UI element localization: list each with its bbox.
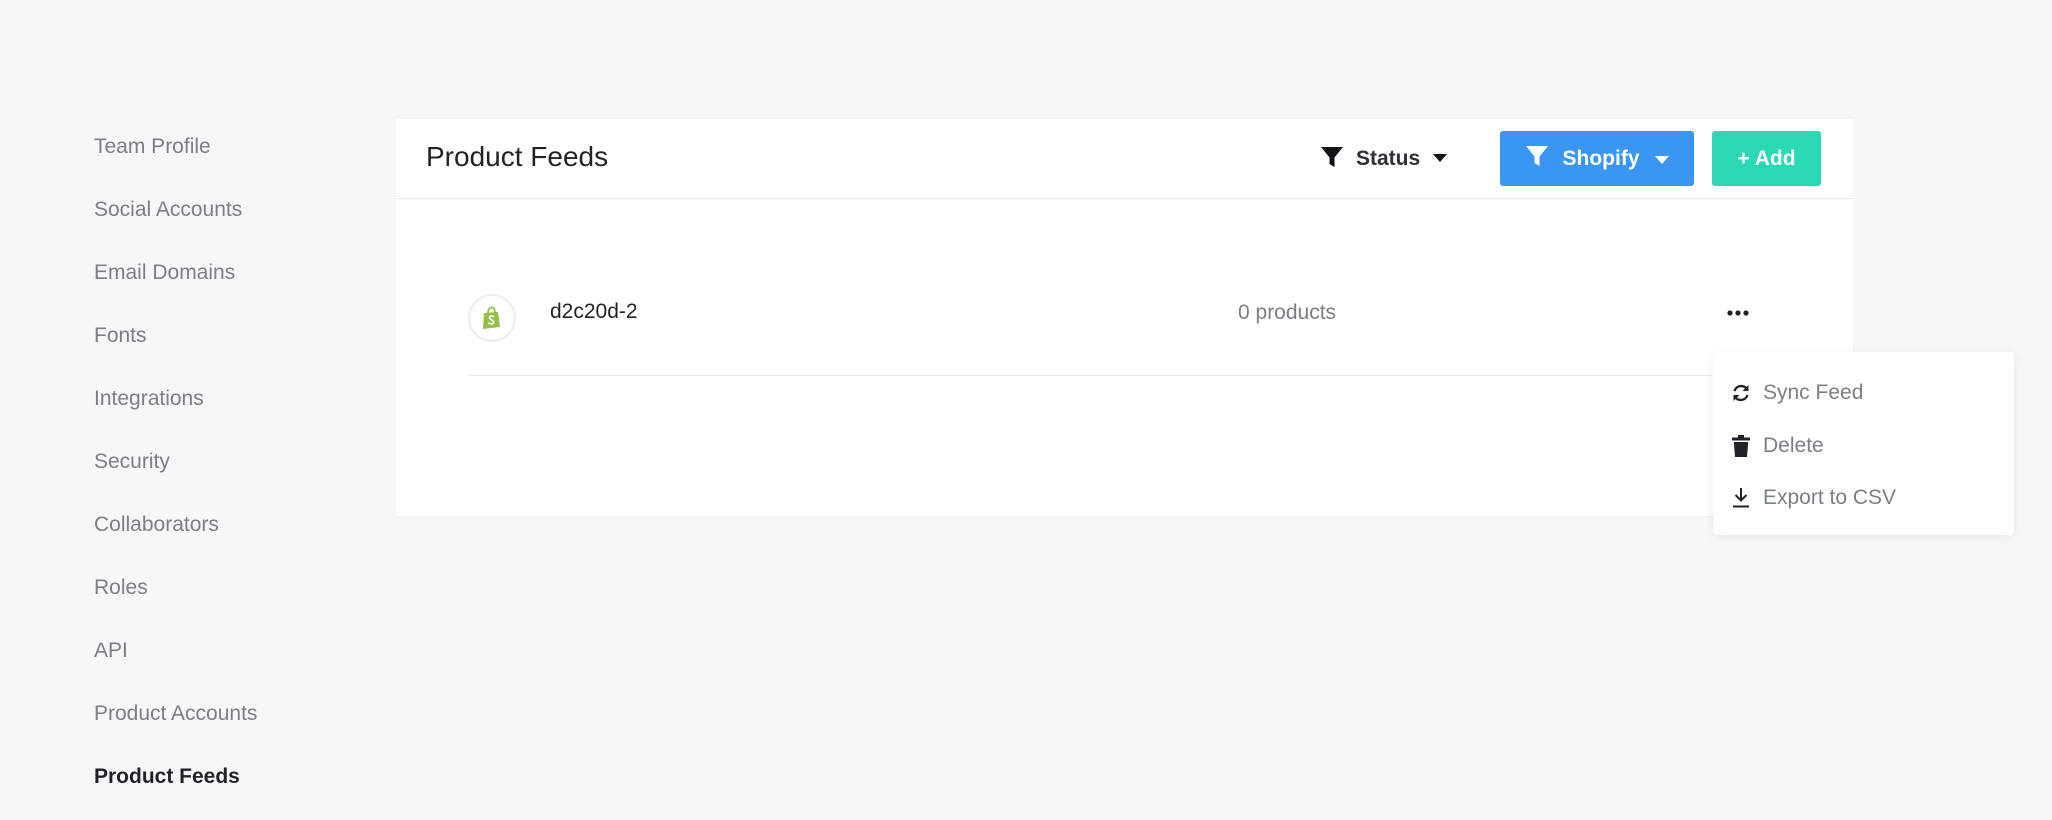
menu-item-label: Delete xyxy=(1763,434,1824,457)
card-header: Product Feeds Status Shopify + Add xyxy=(396,119,1853,199)
sync-icon xyxy=(1731,382,1751,404)
sidebar-item-team-profile[interactable]: Team Profile xyxy=(94,127,414,190)
menu-item-delete[interactable]: Delete xyxy=(1731,428,1824,464)
page-title: Product Feeds xyxy=(426,141,609,172)
sidebar-item-email-domains[interactable]: Email Domains xyxy=(94,253,414,316)
product-feeds-card: Product Feeds Status Shopify + Add d2c20… xyxy=(396,119,1853,516)
menu-item-label: Export to CSV xyxy=(1763,486,1897,509)
sidebar-item-collaborators[interactable]: Collaborators xyxy=(94,505,414,568)
sidebar-item-roles[interactable]: Roles xyxy=(94,568,414,631)
filter-icon xyxy=(1320,145,1344,174)
sidebar-item-fonts[interactable]: Fonts xyxy=(94,316,414,379)
trash-icon xyxy=(1731,435,1751,457)
feed-row: d2c20d-2 0 products xyxy=(468,290,1768,376)
caret-down-icon xyxy=(1654,147,1670,171)
caret-down-icon xyxy=(1432,150,1448,168)
more-options-button[interactable] xyxy=(1721,296,1755,330)
add-feed-button[interactable]: + Add xyxy=(1712,131,1821,186)
download-icon xyxy=(1731,487,1751,509)
sidebar-item-security[interactable]: Security xyxy=(94,442,414,505)
platform-filter-button[interactable]: Shopify xyxy=(1500,131,1694,186)
menu-item-sync-feed[interactable]: Sync Feed xyxy=(1731,375,1863,411)
ellipsis-icon xyxy=(1727,310,1749,316)
settings-sidebar: Team Profile Social Accounts Email Domai… xyxy=(94,127,414,820)
feed-actions-menu: Sync Feed Delete Export to CSV xyxy=(1713,352,2014,535)
sidebar-item-api[interactable]: API xyxy=(94,631,414,694)
menu-item-label: Sync Feed xyxy=(1763,381,1864,404)
feed-product-count: 0 products xyxy=(1238,301,1337,324)
shopify-icon xyxy=(468,294,516,342)
platform-filter-label: Shopify xyxy=(1562,146,1640,170)
feed-name[interactable]: d2c20d-2 xyxy=(550,300,638,324)
filter-icon xyxy=(1525,144,1549,174)
menu-item-export-csv[interactable]: Export to CSV xyxy=(1731,480,1896,516)
status-filter-dropdown[interactable]: Status xyxy=(1320,139,1448,179)
sidebar-item-social-accounts[interactable]: Social Accounts xyxy=(94,190,414,253)
sidebar-item-product-feeds[interactable]: Product Feeds xyxy=(94,757,414,820)
sidebar-item-product-accounts[interactable]: Product Accounts xyxy=(94,694,414,757)
status-filter-label: Status xyxy=(1356,147,1421,170)
sidebar-item-integrations[interactable]: Integrations xyxy=(94,379,414,442)
